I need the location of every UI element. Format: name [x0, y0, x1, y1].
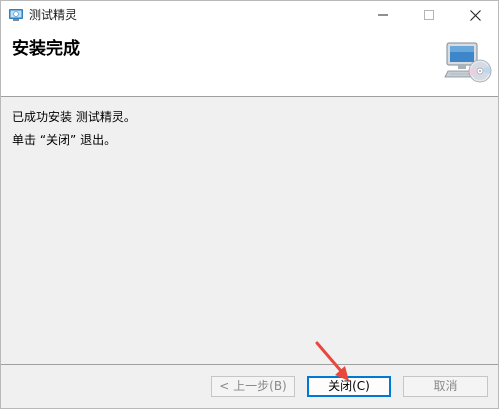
back-button[interactable]: < 上一步(B)	[211, 376, 295, 397]
wizard-footer: < 上一步(B) 关闭(C) 取消	[1, 365, 498, 408]
maximize-icon	[424, 10, 434, 20]
minimize-icon	[378, 14, 388, 16]
close-window-button[interactable]	[452, 1, 498, 29]
wizard-body: 已成功安装 测试精灵。 单击 “关闭” 退出。	[1, 97, 498, 365]
close-instruction-text: 单击 “关闭” 退出。	[12, 133, 117, 147]
maximize-button[interactable]	[406, 1, 452, 29]
close-finish-button[interactable]: 关闭(C)	[307, 376, 391, 397]
computer-cd-icon	[444, 42, 492, 83]
close-icon	[469, 9, 481, 21]
installer-app-icon	[9, 9, 23, 21]
minimize-button[interactable]	[360, 1, 406, 29]
title-bar: 测试精灵	[1, 1, 498, 29]
page-title: 安装完成	[12, 39, 80, 59]
wizard-header: 安装完成	[1, 29, 498, 97]
install-success-text: 已成功安装 测试精灵。	[12, 110, 136, 124]
cancel-button[interactable]: 取消	[403, 376, 488, 397]
window-title: 测试精灵	[29, 8, 78, 22]
installer-window: 测试精灵 安装完成 已成功安装 测试精灵。 单击 “关闭” 退出。 < 上一步(…	[0, 0, 499, 409]
